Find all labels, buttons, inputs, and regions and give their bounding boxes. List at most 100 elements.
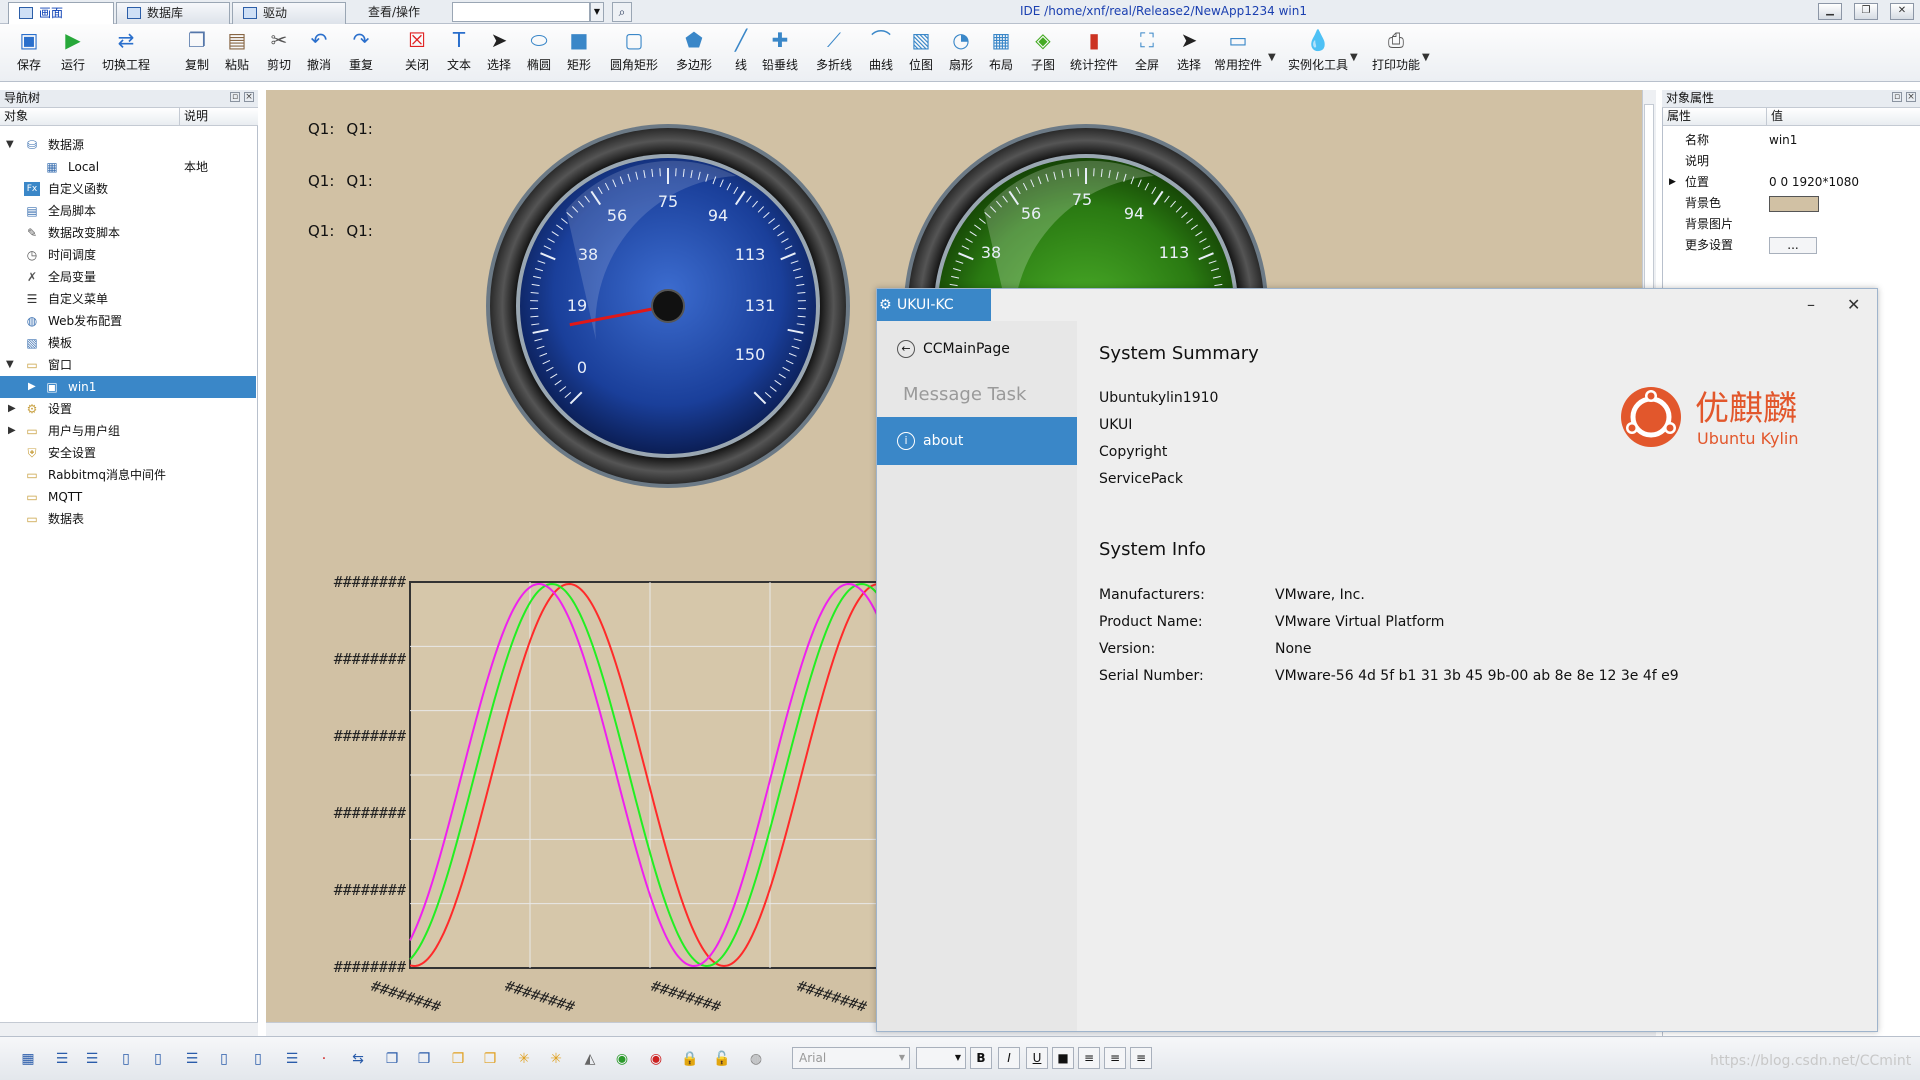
common-controls-button[interactable]: ▭ 常用控件 [1214, 28, 1262, 73]
tree-node-custom-menu[interactable]: ☰ 自定义菜单 [0, 288, 256, 310]
close-icon[interactable]: ✕ [1847, 295, 1860, 314]
instantiate-tool-button[interactable]: 💧 实例化工具 [1288, 28, 1348, 73]
prop-row-name[interactable]: 名称 win1 [1663, 130, 1919, 151]
nav-col-object[interactable]: 对象 [0, 108, 180, 126]
font-size-select[interactable]: ▼ [916, 1047, 966, 1069]
close-window-icon[interactable]: ✕ [1890, 3, 1914, 20]
italic-button[interactable]: I [998, 1047, 1020, 1069]
prop-row-bgimage[interactable]: 背景图片 [1663, 214, 1919, 235]
statistics-tool-button[interactable]: ▮ 统计控件 [1070, 28, 1118, 73]
align-center-h-icon[interactable]: ▯ [214, 1049, 234, 1069]
chevron-down-icon[interactable]: ▼ [6, 354, 16, 376]
tree-node-window[interactable]: ▼ ▭ 窗口 [0, 354, 256, 376]
restore-icon[interactable]: ❐ [1854, 3, 1878, 20]
sidebar-item-about[interactable]: i about [877, 417, 1077, 465]
chevron-down-icon[interactable]: ▼ [1422, 52, 1430, 63]
align-right-icon[interactable]: ▯ [148, 1049, 168, 1069]
send-back-icon[interactable]: ❐ [480, 1049, 500, 1069]
group-icon[interactable]: ❐ [382, 1049, 402, 1069]
dot-icon[interactable]: · [314, 1049, 334, 1069]
undo-button[interactable]: ↶ 撤消 [306, 28, 332, 73]
query-dropdown-button[interactable]: ▼ [590, 2, 604, 22]
tree-node-win1[interactable]: ▶ ▣ win1 [0, 376, 256, 398]
bold-button[interactable]: B [970, 1047, 992, 1069]
tree-node-global-variables[interactable]: ✗ 全局变量 [0, 266, 256, 288]
redo-button[interactable]: ↷ 重复 [348, 28, 374, 73]
bg-color-swatch[interactable] [1769, 196, 1819, 212]
align-left-text-icon[interactable]: ≡ [1078, 1047, 1100, 1069]
nav-col-desc[interactable]: 说明 [180, 108, 258, 126]
polyline-tool-button[interactable]: ⟋ 多折线 [816, 28, 852, 73]
select-tool-button[interactable]: ➤ 选择 [486, 28, 512, 73]
prop-row-bgcolor[interactable]: 背景色 [1663, 193, 1919, 214]
text-color-button[interactable]: ■ [1052, 1047, 1074, 1069]
fill-icon[interactable]: ◉ [646, 1049, 666, 1069]
chevron-right-icon[interactable]: ▶ [8, 420, 18, 442]
bitmap-tool-button[interactable]: ▧ 位图 [908, 28, 934, 73]
tree-node-template[interactable]: ▧ 模板 [0, 332, 256, 354]
chevron-down-icon[interactable]: ▼ [6, 134, 16, 156]
grid-icon[interactable]: ▦ [18, 1049, 38, 1069]
font-family-select[interactable]: Arial ▼ [792, 1047, 910, 1069]
flip-icon[interactable]: ◭ [580, 1049, 600, 1069]
tree-node-mqtt[interactable]: ▭ MQTT [0, 486, 256, 508]
chevron-down-icon[interactable]: ▼ [1350, 52, 1358, 63]
sidebar-item-message-task[interactable]: Message Task [877, 371, 1077, 419]
tree-node-users[interactable]: ▶ ▭ 用户与用户组 [0, 420, 256, 442]
paste-button[interactable]: ▤ 粘贴 [224, 28, 250, 73]
float-panel-icon[interactable]: ▫ [230, 92, 240, 102]
tree-node-rabbitmq[interactable]: ▭ Rabbitmq消息中间件 [0, 464, 256, 486]
search-icon[interactable]: ⌕ [612, 2, 632, 22]
tree-node-data-table[interactable]: ▭ 数据表 [0, 508, 256, 530]
more-settings-button[interactable]: ... [1769, 237, 1817, 254]
tree-node-datasource[interactable]: ▼ ⛁ 数据源 [0, 134, 256, 156]
align-bottom-icon[interactable]: ☰ [82, 1049, 102, 1069]
minimize-icon[interactable]: – [1807, 295, 1815, 314]
align-center-v-icon[interactable]: ☰ [182, 1049, 202, 1069]
settings-icon[interactable]: ◍ [746, 1049, 766, 1069]
cut-button[interactable]: ✂ 剪切 [266, 28, 292, 73]
connect-icon[interactable]: ⇆ [348, 1049, 368, 1069]
plumb-line-tool-button[interactable]: ✚ 铅垂线 [762, 28, 798, 73]
align-left-icon[interactable]: ▯ [116, 1049, 136, 1069]
prop-row-desc[interactable]: 说明 [1663, 151, 1919, 172]
underline-button[interactable]: U [1026, 1047, 1048, 1069]
switch-project-button[interactable]: ⇄ 切换工程 [102, 28, 150, 73]
ungroup-icon[interactable]: ❐ [414, 1049, 434, 1069]
fullscreen-button[interactable]: ⛶ 全屏 [1134, 28, 1160, 73]
rectangle-tool-button[interactable]: ■ 矩形 [566, 28, 592, 73]
tree-node-settings[interactable]: ▶ ⚙ 设置 [0, 398, 256, 420]
minimize-icon[interactable]: ▁ [1818, 3, 1842, 20]
tree-node-local[interactable]: ▦ Local 本地 [0, 156, 256, 178]
close-panel-icon[interactable]: × [1906, 92, 1916, 102]
save-button[interactable]: ▣ 保存 [16, 28, 42, 73]
lock-icon[interactable]: 🔒 [680, 1049, 700, 1069]
align-right-text-icon[interactable]: ≡ [1130, 1047, 1152, 1069]
tree-node-schedule[interactable]: ◷ 时间调度 [0, 244, 256, 266]
run-button[interactable]: ▶ 运行 [60, 28, 86, 73]
sector-tool-button[interactable]: ◔ 扇形 [948, 28, 974, 73]
tree-node-custom-function[interactable]: Fx 自定义函数 [0, 178, 256, 200]
color-icon[interactable]: ◉ [612, 1049, 632, 1069]
polygon-tool-button[interactable]: ⬟ 多边形 [676, 28, 712, 73]
rounded-rect-tool-button[interactable]: ▢ 圆角矩形 [610, 28, 658, 73]
same-height-icon[interactable]: ☰ [282, 1049, 302, 1069]
sparkle-icon[interactable]: ✳ [546, 1049, 566, 1069]
close-button[interactable]: ☒ 关闭 [404, 28, 430, 73]
query-input[interactable] [452, 2, 590, 22]
tab-driver[interactable]: 驱动 [232, 2, 346, 24]
bring-front-icon[interactable]: ❐ [448, 1049, 468, 1069]
prop-row-more[interactable]: 更多设置... [1663, 235, 1919, 256]
curve-tool-button[interactable]: ⌒ 曲线 [868, 28, 894, 73]
subgraph-tool-button[interactable]: ◈ 子图 [1030, 28, 1056, 73]
prop-row-position[interactable]: ▶ 位置 0 0 1920*1080 [1663, 172, 1919, 193]
copy-button[interactable]: ❐ 复制 [184, 28, 210, 73]
select-button[interactable]: ➤ 选择 [1176, 28, 1202, 73]
chevron-right-icon[interactable]: ▶ [8, 398, 18, 420]
layout-tool-button[interactable]: ▦ 布局 [988, 28, 1014, 73]
align-center-text-icon[interactable]: ≡ [1104, 1047, 1126, 1069]
tree-node-web-publish[interactable]: ◍ Web发布配置 [0, 310, 256, 332]
float-panel-icon[interactable]: ▫ [1892, 92, 1902, 102]
chevron-down-icon[interactable]: ▼ [1268, 52, 1276, 63]
sidebar-item-ccmainpage[interactable]: ← CCMainPage [877, 325, 1077, 373]
